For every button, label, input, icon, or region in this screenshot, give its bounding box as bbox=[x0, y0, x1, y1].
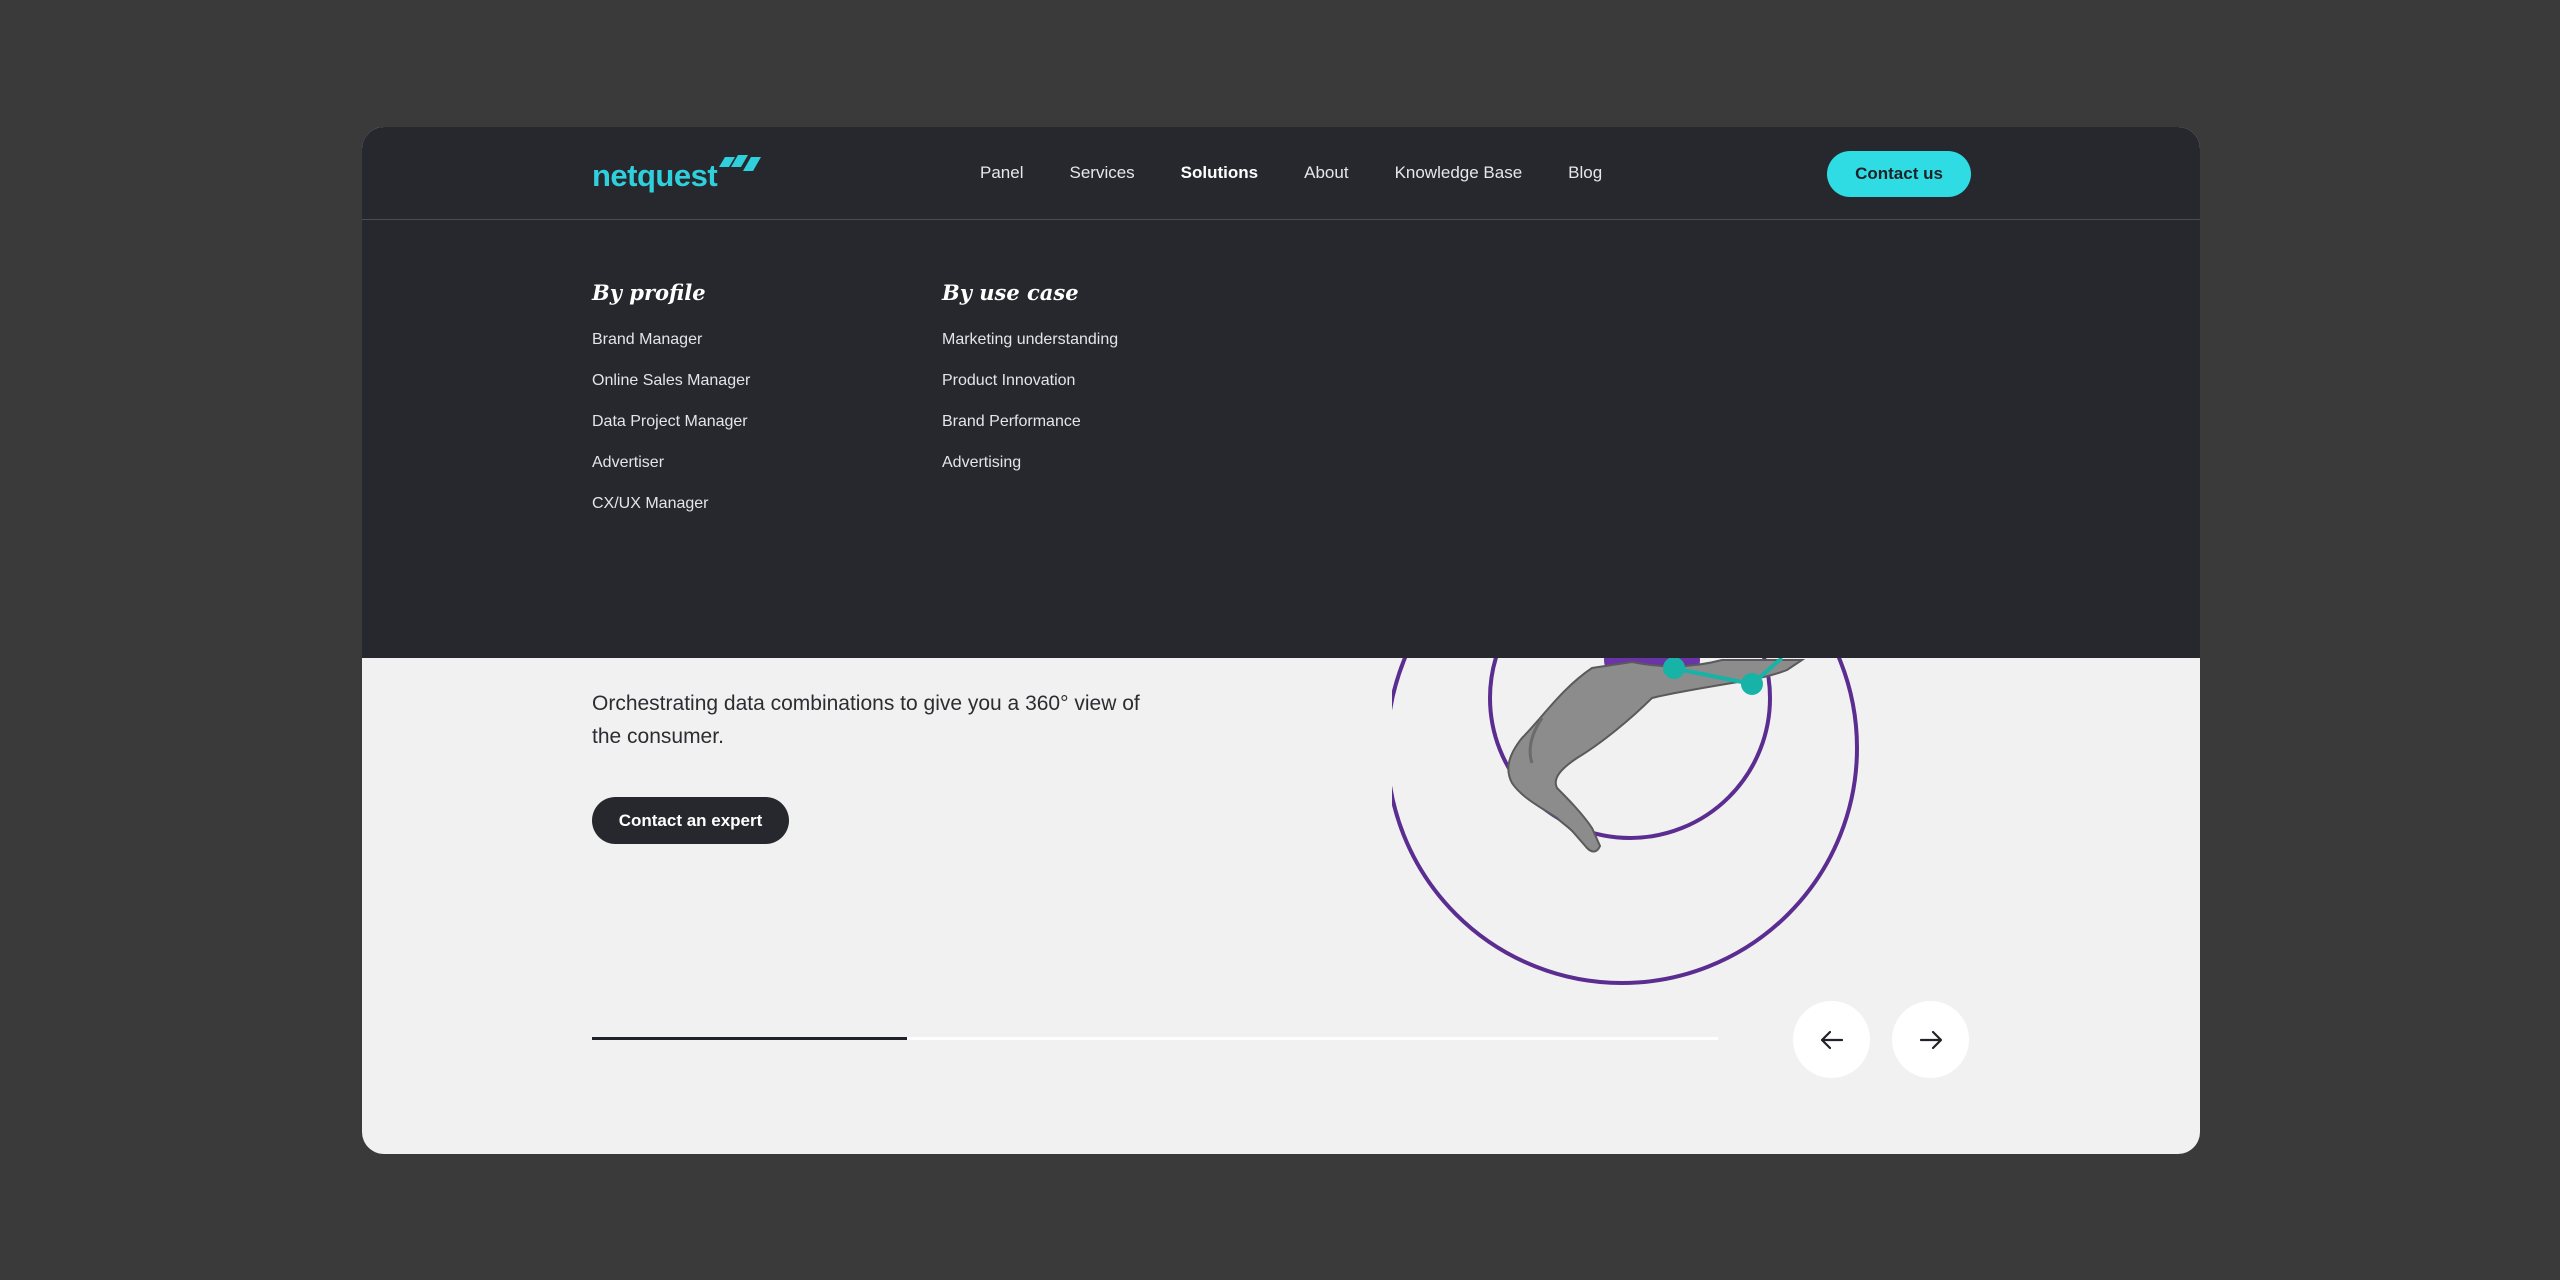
menu-item-advertising[interactable]: Advertising bbox=[942, 453, 1118, 494]
menu-item-advertiser[interactable]: Advertiser bbox=[592, 453, 750, 494]
menu-item-online-sales-manager[interactable]: Online Sales Manager bbox=[592, 371, 750, 412]
menu-item-brand-manager[interactable]: Brand Manager bbox=[592, 330, 750, 371]
logo-wordmark: netquest bbox=[592, 158, 718, 193]
nav-about[interactable]: About bbox=[1304, 163, 1348, 183]
nav-solutions[interactable]: Solutions bbox=[1181, 163, 1258, 183]
slider-next-button[interactable] bbox=[1892, 1001, 1969, 1078]
contact-us-button[interactable]: Contact us bbox=[1827, 151, 1971, 197]
contact-expert-button[interactable]: Contact an expert bbox=[592, 797, 789, 844]
browser-window: Orchestrating data combinations to give … bbox=[362, 127, 2200, 1154]
slider-progress-track bbox=[592, 1037, 1718, 1040]
slider-progress-fill bbox=[592, 1037, 908, 1040]
menu-column-title: By use case bbox=[942, 280, 1079, 305]
main-nav: Panel Services Solutions About Knowledge… bbox=[980, 127, 1602, 219]
menu-item-product-innovation[interactable]: Product Innovation bbox=[942, 371, 1118, 412]
nav-blog[interactable]: Blog bbox=[1568, 163, 1602, 183]
solutions-mega-menu: By profile Brand Manager Online Sales Ma… bbox=[362, 220, 2200, 658]
dancer-illustration bbox=[1392, 658, 1859, 985]
menu-item-cx-ux-manager[interactable]: CX/UX Manager bbox=[592, 494, 750, 535]
nav-knowledge-base[interactable]: Knowledge Base bbox=[1395, 163, 1523, 183]
netquest-logo[interactable]: netquest bbox=[592, 153, 765, 191]
menu-item-data-project-manager[interactable]: Data Project Manager bbox=[592, 412, 750, 453]
arrow-left-icon bbox=[1820, 1030, 1843, 1049]
hero-description: Orchestrating data combinations to give … bbox=[592, 692, 1140, 748]
top-navbar: netquest Panel Services Solutions About … bbox=[362, 127, 2200, 220]
menu-column-by-profile: By profile Brand Manager Online Sales Ma… bbox=[592, 280, 750, 535]
netquest-logo-mark-icon bbox=[719, 155, 762, 171]
slider-prev-button[interactable] bbox=[1793, 1001, 1870, 1078]
arrow-right-icon bbox=[1919, 1030, 1942, 1049]
menu-column-by-use-case: By use case Marketing understanding Prod… bbox=[942, 280, 1118, 494]
nav-services[interactable]: Services bbox=[1069, 163, 1134, 183]
menu-item-brand-performance[interactable]: Brand Performance bbox=[942, 412, 1118, 453]
menu-column-title: By profile bbox=[592, 280, 706, 305]
menu-item-marketing-understanding[interactable]: Marketing understanding bbox=[942, 330, 1118, 371]
nav-panel[interactable]: Panel bbox=[980, 163, 1023, 183]
